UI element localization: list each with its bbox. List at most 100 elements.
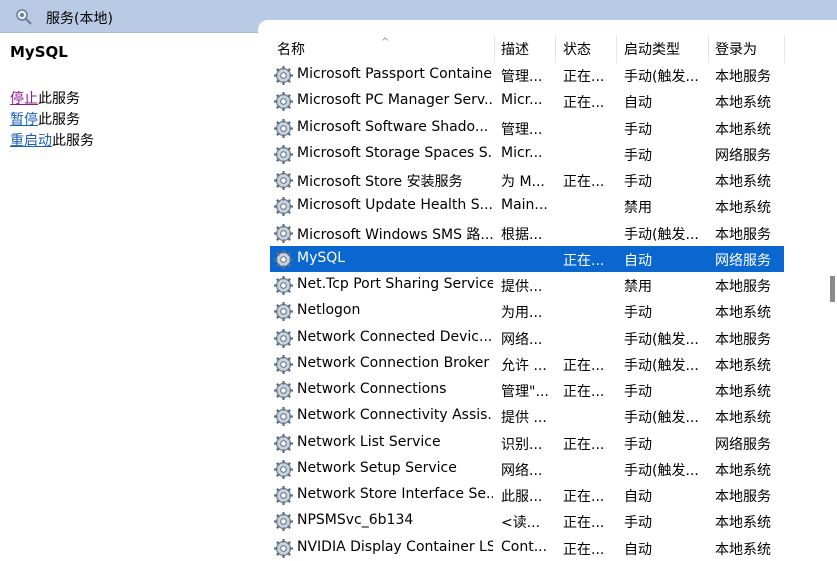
table-row[interactable]: Network Setup Service 网络... 手动(触发... 本地系统 <box>270 456 784 482</box>
service-logon-cell: 本地服务 <box>715 331 771 348</box>
service-name-cell: Network Connection Broker <box>297 354 490 371</box>
service-logon-cell: 本地服务 <box>715 226 771 243</box>
service-name-cell: Network Connected Devic... <box>297 328 493 345</box>
service-gear-icon <box>274 92 293 112</box>
service-gear-icon <box>274 328 293 348</box>
service-name-cell: Network Connectivity Assis... <box>297 407 493 424</box>
service-name-cell: Microsoft PC Manager Serv... <box>297 92 493 109</box>
table-row[interactable]: Network Connectivity Assis... 提供 ... 手动(触发… <box>270 403 784 429</box>
service-logon-cell: 本地服务 <box>715 489 771 505</box>
service-description-cell: 为用... <box>501 305 543 322</box>
service-gear-icon <box>274 302 293 322</box>
column-separator[interactable] <box>784 35 785 63</box>
service-name-cell: Net.Tcp Port Sharing Service <box>297 276 493 292</box>
table-row[interactable]: Network Connections 管理"... 正在... 手动 本地系统 <box>270 377 784 403</box>
service-startup-type-cell: 禁用 <box>624 279 652 295</box>
service-startup-type-cell: 自动 <box>624 489 652 505</box>
service-logon-cell: 本地系统 <box>715 174 771 190</box>
column-header-name[interactable]: 名称 ^ <box>277 37 389 59</box>
service-startup-type-cell: 手动 <box>624 515 652 532</box>
table-row[interactable]: Network Connected Devic... 网络... 手动(触发... 本… <box>270 325 784 351</box>
column-header-state[interactable]: 状态 <box>563 39 591 59</box>
service-gear-icon <box>274 118 293 138</box>
service-name-cell: Microsoft Update Health S... <box>297 197 493 214</box>
table-row[interactable]: Microsoft PC Manager Serv... Micr... 正在...… <box>270 88 784 114</box>
table-row[interactable]: Microsoft Store 安装服务 为 M... 正在... 手动 本地系统 <box>270 167 784 193</box>
service-status-cell: 正在... <box>563 174 605 190</box>
service-description-cell: 允许 ... <box>501 357 547 374</box>
pause-service-action: 暂停此服务 <box>10 109 80 129</box>
sort-ascending-icon: ^ <box>381 37 390 48</box>
table-row[interactable]: NPSMSvc_6b134 <读... 正在... 手动 本地系统 <box>270 508 784 534</box>
service-logon-cell: 本地服务 <box>715 69 771 85</box>
table-row[interactable]: Netlogon 为用... 手动 本地系统 <box>270 298 784 324</box>
service-logon-cell: 本地系统 <box>715 357 771 374</box>
column-header-desc[interactable]: 描述 <box>501 39 529 59</box>
services-icon <box>16 9 32 25</box>
service-gear-icon <box>274 197 293 217</box>
service-description-cell: Main... <box>501 197 548 214</box>
service-description-cell: 为 M... <box>501 174 545 190</box>
column-header-logon-as[interactable]: 登录为 <box>715 39 757 59</box>
column-header-startup-type[interactable]: 启动类型 <box>624 39 680 59</box>
pane-title: 服务(本地) <box>46 11 113 27</box>
stop-service-action: 停止此服务 <box>10 88 80 108</box>
service-description-cell: 网络... <box>501 331 543 348</box>
stop-service-suffix: 此服务 <box>38 91 80 107</box>
service-gear-icon <box>274 66 293 85</box>
service-description-cell: <读... <box>501 515 541 532</box>
service-startup-type-cell: 手动(触发... <box>624 226 699 243</box>
column-separator[interactable] <box>708 35 709 63</box>
service-logon-cell: 本地系统 <box>715 121 771 138</box>
service-status-cell: 正在... <box>563 515 605 532</box>
service-description-cell: 提供 ... <box>501 410 547 427</box>
service-status-cell: 正在... <box>563 436 605 453</box>
table-row[interactable]: MySQL 正在... 自动 网络服务 <box>270 245 784 272</box>
table-row[interactable]: Microsoft Passport Container 管理... 正在... 手动… <box>270 62 784 88</box>
service-description-cell: 提供... <box>501 279 543 295</box>
service-name-cell: Network Store Interface Se... <box>297 486 493 502</box>
service-logon-cell: 网络服务 <box>715 252 771 269</box>
service-logon-cell: 本地系统 <box>715 410 771 427</box>
column-separator[interactable] <box>616 35 617 63</box>
service-gear-icon <box>274 512 293 532</box>
table-row[interactable]: Microsoft Storage Spaces S... Micr... 手动 网络… <box>270 141 784 167</box>
stop-service-link[interactable]: 停止 <box>10 91 38 107</box>
table-row[interactable]: NVIDIA Display Container LS Cont... 正在... 自… <box>270 535 784 561</box>
service-name-cell: MySQL <box>297 249 346 266</box>
column-separator[interactable] <box>494 35 495 63</box>
service-name-cell: Microsoft Windows SMS 路... <box>297 226 493 243</box>
service-startup-type-cell: 手动(触发... <box>624 462 699 479</box>
service-gear-icon <box>274 223 293 243</box>
pause-service-suffix: 此服务 <box>38 112 80 128</box>
service-name-cell: Netlogon <box>297 302 361 319</box>
table-row[interactable]: Microsoft Software Shado... 管理... 手动 本地系统 <box>270 115 784 141</box>
vertical-scrollbar[interactable] <box>829 33 837 550</box>
service-description-cell: 此服... <box>501 489 543 505</box>
service-logon-cell: 网络服务 <box>715 147 771 164</box>
service-logon-cell: 本地系统 <box>715 305 771 322</box>
pause-service-link[interactable]: 暂停 <box>10 112 38 128</box>
service-status-cell: 正在... <box>563 541 605 558</box>
service-name-cell: Microsoft Passport Container <box>297 66 493 82</box>
scrollbar-thumb[interactable] <box>830 276 835 302</box>
table-row[interactable]: Microsoft Windows SMS 路... 根据... 手动(触发... 本… <box>270 220 784 246</box>
table-row[interactable]: Net.Tcp Port Sharing Service 提供... 禁用 本地服务 <box>270 272 784 298</box>
service-startup-type-cell: 自动 <box>624 95 652 112</box>
service-status-cell: 正在... <box>563 489 605 505</box>
table-row[interactable]: Microsoft Update Health S... Main... 禁用 本地系… <box>270 193 784 219</box>
table-row[interactable]: Network List Service 识别... 正在... 手动 网络服务 <box>270 430 784 456</box>
service-gear-icon <box>274 249 293 269</box>
service-description-cell: 网络... <box>501 462 543 479</box>
restart-service-link[interactable]: 重启动 <box>10 133 52 149</box>
service-description-cell: Micr... <box>501 144 543 161</box>
column-separator[interactable] <box>555 35 556 63</box>
service-name-cell: Microsoft Store 安装服务 <box>297 174 463 190</box>
table-row[interactable]: Network Store Interface Se... 此服... 正在... 自… <box>270 482 784 508</box>
service-logon-cell: 本地系统 <box>715 462 771 479</box>
table-row[interactable]: Network Connection Broker 允许 ... 正在... 手动(触… <box>270 351 784 377</box>
service-gear-icon <box>274 407 293 427</box>
service-startup-type-cell: 手动(触发... <box>624 410 699 427</box>
service-description-cell: Micr... <box>501 92 543 109</box>
service-description-cell: 识别... <box>501 436 543 453</box>
